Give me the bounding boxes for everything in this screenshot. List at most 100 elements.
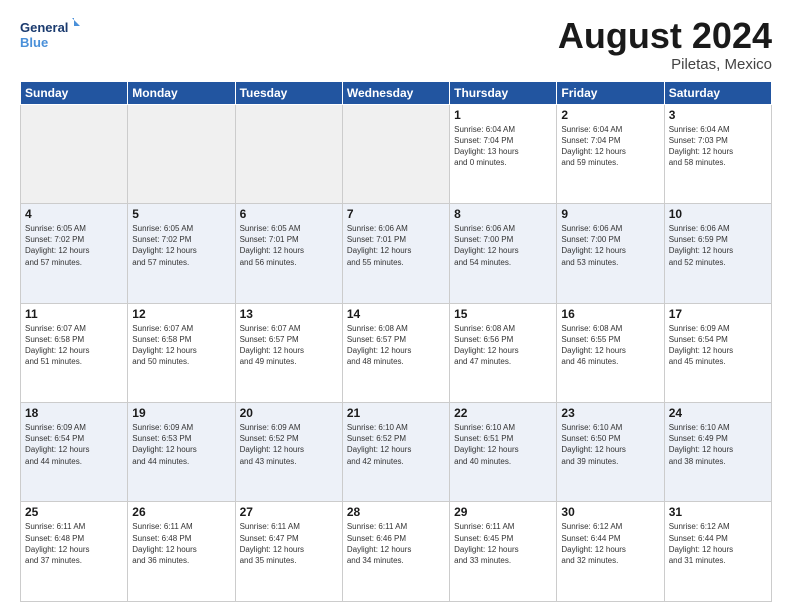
day-number: 20: [240, 406, 338, 420]
table-cell: [21, 104, 128, 203]
day-info: Sunrise: 6:06 AM Sunset: 6:59 PM Dayligh…: [669, 223, 767, 268]
month-title: August 2024: [558, 16, 772, 56]
table-cell: 22 Sunrise: 6:10 AM Sunset: 6:51 PM Dayli…: [450, 403, 557, 502]
table-cell: 10 Sunrise: 6:06 AM Sunset: 6:59 PM Dayli…: [664, 204, 771, 303]
table-cell: 1 Sunrise: 6:04 AM Sunset: 7:04 PM Daylig…: [450, 104, 557, 203]
week-row-4: 18Sunrise: 6:09 AM Sunset: 6:54 PM Dayli…: [21, 403, 772, 502]
day-info: Sunrise: 6:08 AM Sunset: 6:55 PM Dayligh…: [561, 323, 659, 368]
day-info: Sunrise: 6:04 AM Sunset: 7:04 PM Dayligh…: [454, 124, 552, 169]
table-cell: 8 Sunrise: 6:06 AM Sunset: 7:00 PM Daylig…: [450, 204, 557, 303]
day-info: Sunrise: 6:12 AM Sunset: 6:44 PM Dayligh…: [561, 521, 659, 566]
header-row: Sunday Monday Tuesday Wednesday Thursday…: [21, 81, 772, 104]
table-cell: 14Sunrise: 6:08 AM Sunset: 6:57 PM Dayli…: [342, 303, 449, 402]
day-number: 19: [132, 406, 230, 420]
table-cell: 25 Sunrise: 6:11 AM Sunset: 6:48 PM Dayli…: [21, 502, 128, 602]
day-number: 2: [561, 108, 659, 122]
week-row-3: 11Sunrise: 6:07 AM Sunset: 6:58 PM Dayli…: [21, 303, 772, 402]
day-info: Sunrise: 6:11 AM Sunset: 6:45 PM Dayligh…: [454, 521, 552, 566]
table-cell: [342, 104, 449, 203]
day-info: Sunrise: 6:05 AM Sunset: 7:02 PM Dayligh…: [25, 223, 123, 268]
calendar-table: Sunday Monday Tuesday Wednesday Thursday…: [20, 81, 772, 602]
day-info: Sunrise: 6:09 AM Sunset: 6:53 PM Dayligh…: [132, 422, 230, 467]
day-number: 30: [561, 505, 659, 519]
day-info: Sunrise: 6:09 AM Sunset: 6:54 PM Dayligh…: [669, 323, 767, 368]
day-number: 26: [132, 505, 230, 519]
table-cell: 15Sunrise: 6:08 AM Sunset: 6:56 PM Dayli…: [450, 303, 557, 402]
day-number: 23: [561, 406, 659, 420]
day-number: 9: [561, 207, 659, 221]
day-number: 4: [25, 207, 123, 221]
day-number: 10: [669, 207, 767, 221]
week-row-2: 4 Sunrise: 6:05 AM Sunset: 7:02 PM Daylig…: [21, 204, 772, 303]
col-sunday: Sunday: [21, 81, 128, 104]
day-number: 5: [132, 207, 230, 221]
col-wednesday: Wednesday: [342, 81, 449, 104]
day-info: Sunrise: 6:07 AM Sunset: 6:58 PM Dayligh…: [25, 323, 123, 368]
logo: General Blue: [20, 16, 80, 52]
day-info: Sunrise: 6:10 AM Sunset: 6:49 PM Dayligh…: [669, 422, 767, 467]
day-info: Sunrise: 6:09 AM Sunset: 6:52 PM Dayligh…: [240, 422, 338, 467]
day-number: 28: [347, 505, 445, 519]
day-number: 7: [347, 207, 445, 221]
day-number: 15: [454, 307, 552, 321]
day-info: Sunrise: 6:11 AM Sunset: 6:47 PM Dayligh…: [240, 521, 338, 566]
col-friday: Friday: [557, 81, 664, 104]
table-cell: 3Sunrise: 6:04 AM Sunset: 7:03 PM Daylig…: [664, 104, 771, 203]
day-number: 13: [240, 307, 338, 321]
day-info: Sunrise: 6:09 AM Sunset: 6:54 PM Dayligh…: [25, 422, 123, 467]
table-cell: 11Sunrise: 6:07 AM Sunset: 6:58 PM Dayli…: [21, 303, 128, 402]
table-cell: 30 Sunrise: 6:12 AM Sunset: 6:44 PM Dayli…: [557, 502, 664, 602]
table-cell: 13 Sunrise: 6:07 AM Sunset: 6:57 PM Dayli…: [235, 303, 342, 402]
table-cell: 5 Sunrise: 6:05 AM Sunset: 7:02 PM Daylig…: [128, 204, 235, 303]
table-cell: 12 Sunrise: 6:07 AM Sunset: 6:58 PM Dayli…: [128, 303, 235, 402]
table-cell: 18Sunrise: 6:09 AM Sunset: 6:54 PM Dayli…: [21, 403, 128, 502]
day-info: Sunrise: 6:10 AM Sunset: 6:52 PM Dayligh…: [347, 422, 445, 467]
day-info: Sunrise: 6:05 AM Sunset: 7:02 PM Dayligh…: [132, 223, 230, 268]
day-number: 22: [454, 406, 552, 420]
svg-text:Blue: Blue: [20, 35, 48, 50]
day-info: Sunrise: 6:10 AM Sunset: 6:51 PM Dayligh…: [454, 422, 552, 467]
day-number: 16: [561, 307, 659, 321]
table-cell: 31Sunrise: 6:12 AM Sunset: 6:44 PM Dayli…: [664, 502, 771, 602]
day-info: Sunrise: 6:07 AM Sunset: 6:57 PM Dayligh…: [240, 323, 338, 368]
table-cell: 4 Sunrise: 6:05 AM Sunset: 7:02 PM Daylig…: [21, 204, 128, 303]
col-thursday: Thursday: [450, 81, 557, 104]
day-info: Sunrise: 6:06 AM Sunset: 7:00 PM Dayligh…: [454, 223, 552, 268]
table-cell: 28 Sunrise: 6:11 AM Sunset: 6:46 PM Dayli…: [342, 502, 449, 602]
title-area: August 2024 Piletas, Mexico: [558, 16, 772, 73]
day-info: Sunrise: 6:04 AM Sunset: 7:04 PM Dayligh…: [561, 124, 659, 169]
table-cell: 16 Sunrise: 6:08 AM Sunset: 6:55 PM Dayli…: [557, 303, 664, 402]
day-number: 1: [454, 108, 552, 122]
table-cell: 17 Sunrise: 6:09 AM Sunset: 6:54 PM Dayli…: [664, 303, 771, 402]
day-number: 12: [132, 307, 230, 321]
day-number: 29: [454, 505, 552, 519]
day-number: 6: [240, 207, 338, 221]
header: General Blue August 2024 Piletas, Mexico: [20, 16, 772, 73]
table-cell: 20 Sunrise: 6:09 AM Sunset: 6:52 PM Dayli…: [235, 403, 342, 502]
day-info: Sunrise: 6:08 AM Sunset: 6:57 PM Dayligh…: [347, 323, 445, 368]
table-cell: 9 Sunrise: 6:06 AM Sunset: 7:00 PM Daylig…: [557, 204, 664, 303]
location: Piletas, Mexico: [558, 56, 772, 73]
svg-text:General: General: [20, 20, 68, 35]
calendar-page: General Blue August 2024 Piletas, Mexico…: [0, 0, 792, 612]
col-monday: Monday: [128, 81, 235, 104]
day-info: Sunrise: 6:07 AM Sunset: 6:58 PM Dayligh…: [132, 323, 230, 368]
day-number: 8: [454, 207, 552, 221]
day-info: Sunrise: 6:10 AM Sunset: 6:50 PM Dayligh…: [561, 422, 659, 467]
table-cell: [235, 104, 342, 203]
table-cell: 27 Sunrise: 6:11 AM Sunset: 6:47 PM Dayli…: [235, 502, 342, 602]
day-info: Sunrise: 6:11 AM Sunset: 6:48 PM Dayligh…: [25, 521, 123, 566]
table-cell: 2 Sunrise: 6:04 AM Sunset: 7:04 PM Daylig…: [557, 104, 664, 203]
day-info: Sunrise: 6:06 AM Sunset: 7:00 PM Dayligh…: [561, 223, 659, 268]
day-number: 27: [240, 505, 338, 519]
table-cell: 21Sunrise: 6:10 AM Sunset: 6:52 PM Dayli…: [342, 403, 449, 502]
table-cell: 26Sunrise: 6:11 AM Sunset: 6:48 PM Dayli…: [128, 502, 235, 602]
logo-svg: General Blue: [20, 16, 80, 52]
day-number: 24: [669, 406, 767, 420]
week-row-1: 1 Sunrise: 6:04 AM Sunset: 7:04 PM Daylig…: [21, 104, 772, 203]
table-cell: 19 Sunrise: 6:09 AM Sunset: 6:53 PM Dayli…: [128, 403, 235, 502]
day-number: 3: [669, 108, 767, 122]
day-info: Sunrise: 6:11 AM Sunset: 6:46 PM Dayligh…: [347, 521, 445, 566]
day-number: 25: [25, 505, 123, 519]
day-number: 17: [669, 307, 767, 321]
